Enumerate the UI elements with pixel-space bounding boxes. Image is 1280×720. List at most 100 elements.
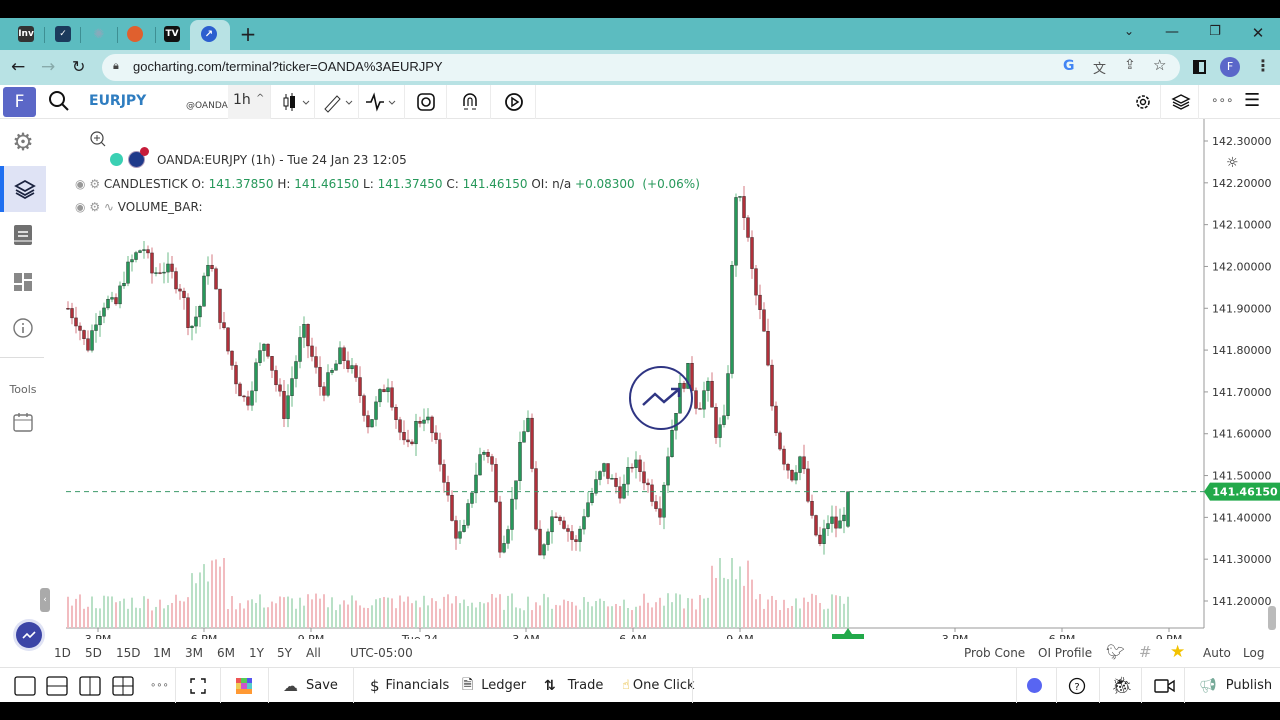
candle-body: [822, 528, 826, 544]
range-1y[interactable]: 1Y: [249, 646, 264, 660]
prob-cone-button[interactable]: Prob Cone: [964, 646, 1025, 660]
indicators-button[interactable]: [364, 91, 398, 117]
layers-icon: [14, 179, 36, 200]
candle-body: [118, 285, 122, 305]
snapshot-icon[interactable]: [416, 92, 436, 116]
sidebar-item-notebook[interactable]: [0, 212, 46, 258]
layout-single-button[interactable]: [14, 668, 36, 703]
range-15d[interactable]: 15D: [116, 646, 141, 660]
color-palette-icon[interactable]: [236, 668, 252, 703]
tab-checkmark[interactable]: ✓: [53, 18, 73, 50]
sidebar-item-dashboard[interactable]: [0, 259, 46, 305]
hamburger-menu-icon[interactable]: ☰: [1244, 90, 1260, 111]
help-icon[interactable]: ?: [1068, 668, 1086, 703]
series-settings-icon[interactable]: ⚙: [89, 177, 100, 191]
one-click-button[interactable]: ☝ One Click: [622, 668, 695, 703]
reload-button[interactable]: ↻: [72, 57, 85, 76]
layout-horizontal-split-button[interactable]: [46, 668, 68, 703]
candle-body: [226, 327, 230, 352]
translate-icon[interactable]: 文: [1093, 58, 1106, 77]
bug-report-icon[interactable]: 🐞︎: [1111, 668, 1133, 703]
twitter-icon[interactable]: 🐦︎: [1106, 643, 1125, 661]
tab-tradingview[interactable]: TV: [162, 18, 182, 50]
financials-button[interactable]: $ Financials: [370, 668, 449, 703]
volume-bar: [415, 600, 417, 628]
chart-area[interactable]: 142.30000 142.20000 142.10000 142.00000 141.…: [46, 119, 1280, 639]
back-button[interactable]: ←: [11, 57, 25, 77]
sidebar-item-layers[interactable]: [0, 166, 46, 212]
zoom-in-icon[interactable]: [89, 130, 107, 151]
tab-gocharting[interactable]: ↗: [199, 18, 219, 50]
more-layouts-icon[interactable]: ∘∘∘: [150, 668, 169, 703]
sidebar-item-settings[interactable]: ⚙: [0, 119, 46, 165]
candle-body: [326, 372, 330, 396]
range-5y[interactable]: 5Y: [277, 646, 292, 660]
tab-search-chevron-icon[interactable]: ⌄: [1119, 24, 1139, 38]
publish-button[interactable]: 📢︎ Publish: [1199, 668, 1272, 703]
more-options-icon[interactable]: ∘∘∘: [1211, 93, 1234, 107]
browser-menu-icon[interactable]: ⋮: [1255, 56, 1271, 75]
open-label: O:: [191, 177, 205, 191]
favorite-star-icon[interactable]: ★: [1170, 642, 1185, 662]
volume-bar: [767, 599, 769, 628]
gocharting-float-button[interactable]: [16, 622, 42, 648]
side-panel-icon[interactable]: [1193, 60, 1206, 74]
layout-vertical-split-button[interactable]: [79, 668, 101, 703]
theme-toggle-sun-icon[interactable]: ☼: [1226, 155, 1239, 171]
log-scale-button[interactable]: Log: [1243, 646, 1264, 660]
restore-button[interactable]: ❐: [1205, 24, 1225, 39]
forward-button[interactable]: →: [41, 57, 55, 77]
auto-scale-button[interactable]: Auto: [1203, 646, 1231, 660]
profile-avatar[interactable]: F: [1220, 57, 1240, 77]
drawing-tools-button[interactable]: [322, 91, 356, 117]
sidebar-item-calendar[interactable]: [0, 399, 46, 445]
range-1m[interactable]: 1M: [153, 646, 171, 660]
series-settings-icon[interactable]: ⚙: [89, 200, 100, 214]
megaphone-icon: 📢︎: [1199, 677, 1217, 694]
eye-icon[interactable]: ◉: [75, 200, 85, 214]
volume-bar: [547, 597, 549, 628]
range-5d[interactable]: 5D: [85, 646, 102, 660]
discord-icon[interactable]: [1027, 668, 1042, 703]
tab-investing[interactable]: Inv: [16, 18, 36, 50]
new-tab-button[interactable]: +: [238, 18, 258, 50]
magnet-icon[interactable]: [460, 92, 480, 116]
google-icon[interactable]: G: [1063, 58, 1075, 74]
volume-bar: [143, 596, 145, 628]
close-window-button[interactable]: ✕: [1248, 24, 1268, 42]
candle-body: [778, 432, 782, 450]
grid-icon[interactable]: #: [1139, 643, 1152, 661]
app-logo[interactable]: F: [3, 87, 36, 117]
settings-gear-icon[interactable]: [1133, 92, 1153, 116]
address-bar[interactable]: 🔒︎ gocharting.com/terminal?ticker=OANDA%…: [102, 54, 1180, 81]
fullscreen-icon[interactable]: [190, 668, 206, 703]
range-3m[interactable]: 3M: [185, 646, 203, 660]
layout-quad-button[interactable]: [112, 668, 134, 703]
range-1d[interactable]: 1D: [54, 646, 71, 660]
save-button[interactable]: ☁︎ Save: [283, 668, 338, 703]
layers-icon[interactable]: [1171, 92, 1191, 116]
tab-fruit[interactable]: [125, 18, 145, 50]
range-6m[interactable]: 6M: [217, 646, 235, 660]
sidebar-item-info[interactable]: [0, 305, 46, 351]
symbol-name[interactable]: EURJPY: [89, 93, 146, 109]
interval-selector[interactable]: 1h ^: [228, 85, 270, 119]
bookmark-star-icon[interactable]: ☆: [1153, 56, 1166, 74]
eye-icon[interactable]: ◉: [75, 177, 85, 191]
video-icon[interactable]: [1154, 668, 1176, 703]
search-icon[interactable]: [48, 90, 70, 116]
volume-bar: [311, 599, 313, 628]
oi-profile-button[interactable]: OI Profile: [1038, 646, 1092, 660]
chart-type-button[interactable]: [281, 91, 313, 117]
volume-bar: [823, 609, 825, 628]
ledger-button[interactable]: 🗎 Ledger: [462, 668, 526, 703]
url-text[interactable]: gocharting.com/terminal?ticker=OANDA%3AE…: [133, 59, 443, 74]
trade-button[interactable]: ⇅ Trade: [544, 668, 603, 703]
range-all[interactable]: All: [306, 646, 321, 660]
price-scale-scroll-handle[interactable]: [1268, 606, 1276, 630]
timezone-selector[interactable]: UTC-05:00: [350, 646, 413, 660]
share-icon[interactable]: ⇪: [1124, 57, 1136, 73]
tab-openai[interactable]: ✺: [89, 18, 109, 50]
replay-play-icon[interactable]: [504, 92, 524, 116]
minimize-button[interactable]: —: [1162, 24, 1182, 40]
